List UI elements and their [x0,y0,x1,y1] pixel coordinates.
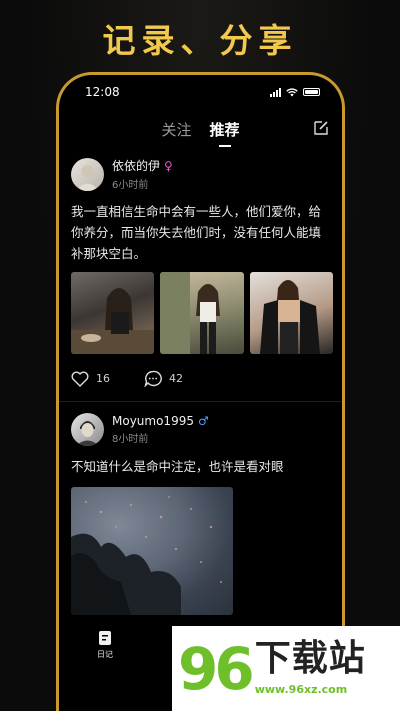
wifi-icon [286,87,298,96]
battery-icon [303,88,320,96]
like-count: 16 [96,372,110,385]
site-watermark-logo: 96 下载站 www.96xz.com [172,626,400,711]
watermark-number: 96 [178,634,255,703]
post-photo[interactable] [160,272,244,354]
male-icon: ♂ [197,414,209,428]
post-text: 我一直相信生命中会有一些人，他们爱你，给你养分，而当你失去他们时，没有任何人能填… [71,204,322,261]
post-photo[interactable] [249,272,333,354]
watermark-text: 下载站 [254,638,366,679]
phone-frame: 12:08 关注 推荐 依依的伊 ♀ 6小时前 我一直相信生命中会有一些人，他们… [56,72,345,711]
avatar[interactable] [71,157,104,191]
status-time: 12:08 [85,85,120,99]
signal-icon [270,87,281,97]
heart-icon [71,371,89,387]
comment-button[interactable]: 42 [144,370,183,387]
status-icons [270,87,320,97]
female-icon: ♀ [164,158,173,173]
diary-icon [99,631,111,645]
comment-count: 42 [169,372,183,385]
post-divider [59,401,342,402]
tab-recommended[interactable]: 推荐 [210,115,240,145]
post-time: 8小时前 [112,434,149,445]
comment-icon [144,370,162,387]
avatar[interactable] [71,413,104,446]
post-actions: 16 42 [71,370,333,387]
post-author-row: Moyumo1995 ♂ 8小时前 [71,413,333,446]
post-author-row: 依依的伊 ♀ 6小时前 [71,157,333,191]
post-photos [71,272,333,354]
author-name[interactable]: 依依的伊 ♀ [112,157,173,174]
tab-following[interactable]: 关注 [161,115,191,145]
promo-headline: 记录、分享 [102,21,298,60]
post-photo[interactable] [71,272,155,354]
status-bar: 12:08 [59,75,342,109]
tab-diary[interactable]: 日记 [97,630,113,675]
author-name[interactable]: Moyumo1995 ♂ [112,414,209,428]
like-button[interactable]: 16 [71,371,110,387]
post-text: 不知道什么是命中注定，也许是看对眼 [71,459,284,474]
post-photo[interactable] [71,487,233,615]
edit-icon[interactable] [312,119,330,137]
watermark-url: www.96xz.com [254,683,348,696]
feed-post[interactable]: 依依的伊 ♀ 6小时前 我一直相信生命中会有一些人，他们爱你，给你养分，而当你失… [71,157,333,387]
feed-post[interactable]: Moyumo1995 ♂ 8小时前 不知道什么是命中注定，也许是看对眼 [71,413,333,615]
post-time: 6小时前 [112,180,149,191]
feed-tabs: 关注 推荐 [59,115,342,145]
